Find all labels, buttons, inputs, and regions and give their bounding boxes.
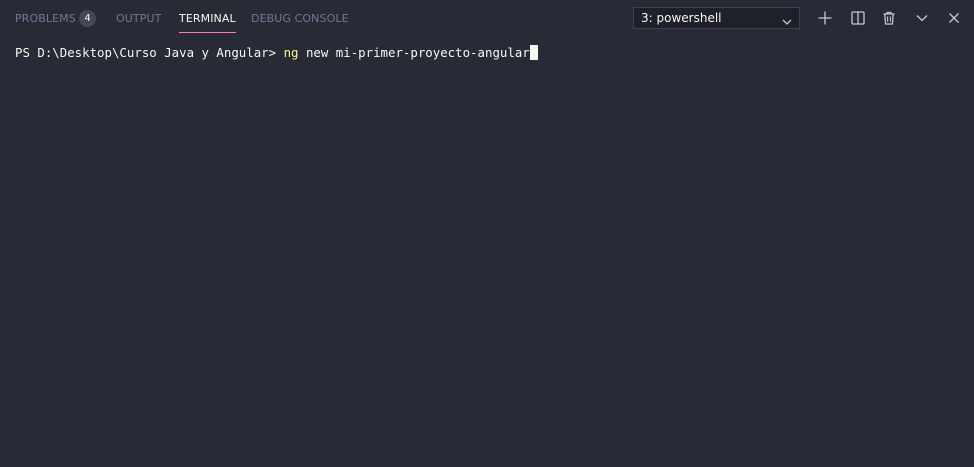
split-terminal-icon <box>848 8 868 28</box>
tab-terminal[interactable]: TERMINAL <box>179 0 236 36</box>
tab-output-label: OUTPUT <box>116 12 162 25</box>
tab-debug-console[interactable]: DEBUG CONSOLE <box>251 0 349 36</box>
tab-problems[interactable]: PROBLEMS <box>15 0 76 36</box>
new-terminal-button[interactable] <box>815 8 835 28</box>
terminal-instance-select[interactable]: 3: powershell <box>633 7 800 29</box>
close-panel-button[interactable] <box>944 8 964 28</box>
terminal-command-args: new mi-primer-proyecto-angular <box>298 45 530 60</box>
tab-problems-label: PROBLEMS <box>15 12 76 25</box>
terminal-cursor <box>529 45 538 60</box>
plus-icon <box>815 8 835 28</box>
trash-icon <box>879 8 899 28</box>
tab-output[interactable]: OUTPUT <box>116 0 161 36</box>
chevron-down-icon <box>781 13 793 25</box>
panel-tab-bar: PROBLEMS 4 OUTPUT TERMINAL DEBUG CONSOLE… <box>0 0 974 36</box>
terminal-output[interactable]: PS D:\Desktop\Curso Java y Angular> ng n… <box>15 44 538 62</box>
chevron-down-icon <box>912 8 932 28</box>
close-icon <box>944 8 964 28</box>
terminal-panel: PROBLEMS 4 OUTPUT TERMINAL DEBUG CONSOLE… <box>0 0 974 467</box>
split-terminal-button[interactable] <box>848 8 868 28</box>
terminal-instance-selected-value: 3: powershell <box>641 11 722 25</box>
tab-terminal-label: TERMINAL <box>179 12 236 25</box>
problems-count-badge: 4 <box>79 10 96 27</box>
terminal-prompt: PS D:\Desktop\Curso Java y Angular> <box>15 45 284 60</box>
tab-debug-console-label: DEBUG CONSOLE <box>251 12 349 25</box>
maximize-panel-button[interactable] <box>912 8 932 28</box>
terminal-command: ng <box>283 45 299 60</box>
kill-terminal-button[interactable] <box>879 8 899 28</box>
